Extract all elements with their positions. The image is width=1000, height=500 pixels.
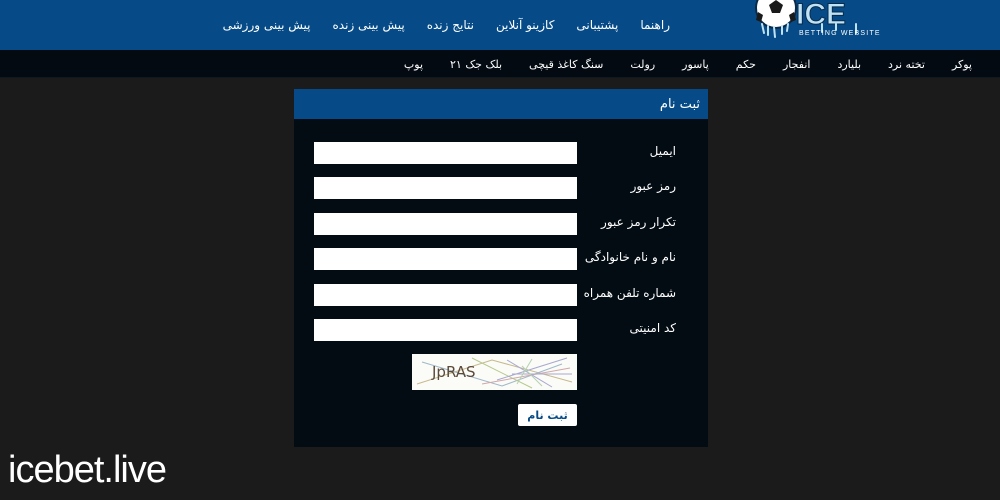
fullname-label: نام و نام خانوادگی xyxy=(584,250,676,264)
password-field[interactable] xyxy=(314,177,577,199)
nav-item-sports-prediction[interactable]: پیش بینی ورزشی xyxy=(223,18,311,32)
game-item-roulette[interactable]: رولت xyxy=(630,58,655,71)
security-code-field[interactable] xyxy=(314,319,577,341)
game-item-hokm[interactable]: حکم xyxy=(736,58,756,71)
registration-title: ثبت نام xyxy=(659,96,700,112)
confirm-password-row: تکرار رمز عبور xyxy=(294,213,708,235)
security-code-label: کد امنیتی xyxy=(629,321,676,335)
game-item-pasur[interactable]: پاسور xyxy=(682,58,709,71)
top-header: ICE BETTING WEBSITE پیش بینی ورزشی پیش ب… xyxy=(0,0,1000,50)
email-field[interactable] xyxy=(314,142,577,164)
email-row: ایمیل xyxy=(294,142,708,164)
register-submit-button[interactable]: ثبت نام xyxy=(518,404,577,426)
nav-item-live-prediction[interactable]: پیش بینی زنده xyxy=(333,18,405,32)
confirm-password-field[interactable] xyxy=(314,213,577,235)
fullname-field[interactable] xyxy=(314,248,577,270)
phone-field[interactable] xyxy=(314,284,577,306)
game-item-crash[interactable]: انفجار xyxy=(783,58,810,71)
game-item-billiards[interactable]: بلیارد xyxy=(837,58,861,71)
site-logo[interactable]: ICE BETTING WEBSITE xyxy=(752,0,902,42)
game-item-poker[interactable]: پوکر xyxy=(952,58,972,71)
logo-subtitle: BETTING WEBSITE xyxy=(799,30,881,37)
game-item-pop[interactable]: پوپ xyxy=(404,58,423,71)
phone-row: شماره تلفن همراه xyxy=(294,284,708,306)
games-nav: پوکر تخته نرد بلیارد انفجار حکم پاسور رو… xyxy=(404,50,972,78)
nav-item-online-casino[interactable]: کازینو آنلاین xyxy=(496,18,554,32)
password-row: رمز عبور xyxy=(294,177,708,199)
nav-item-support[interactable]: پشتیبانی xyxy=(576,18,618,32)
nav-item-help[interactable]: راهنما xyxy=(640,18,670,32)
phone-label: شماره تلفن همراه xyxy=(583,286,676,300)
registration-panel: ثبت نام ایمیل رمز عبور تکرار رمز عبور نا… xyxy=(294,89,708,447)
captcha-image: JpRAS xyxy=(412,354,577,390)
nav-item-live-results[interactable]: نتایج زنده xyxy=(427,18,474,32)
confirm-password-label: تکرار رمز عبور xyxy=(601,215,676,229)
game-item-blackjack[interactable]: بلک جک ۲۱ xyxy=(450,58,502,71)
email-label: ایمیل xyxy=(649,144,676,158)
games-nav-bar: پوکر تخته نرد بلیارد انفجار حکم پاسور رو… xyxy=(0,50,1000,78)
game-item-rock-paper-scissors[interactable]: سنگ کاغذ قیچی xyxy=(529,58,603,71)
password-label: رمز عبور xyxy=(630,179,676,193)
game-item-backgammon[interactable]: تخته نرد xyxy=(888,58,925,71)
main-nav: پیش بینی ورزشی پیش بینی زنده نتایج زنده … xyxy=(223,0,670,50)
captcha-text: JpRAS xyxy=(431,363,476,381)
fullname-row: نام و نام خانوادگی xyxy=(294,248,708,270)
security-code-row: کد امنیتی xyxy=(294,319,708,341)
site-watermark: icebet.live xyxy=(8,449,167,491)
registration-header: ثبت نام xyxy=(294,89,708,119)
